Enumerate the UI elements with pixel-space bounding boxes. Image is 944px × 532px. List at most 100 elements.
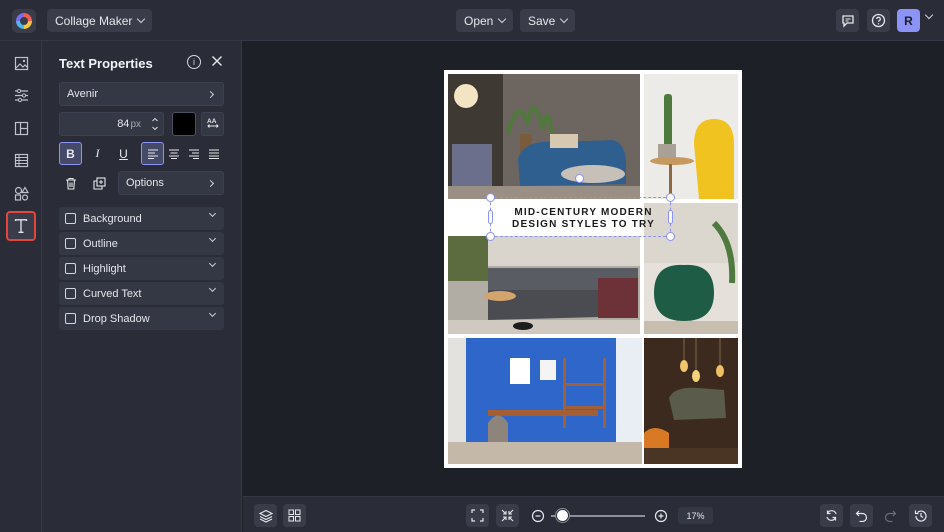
layers-button[interactable] [254, 504, 277, 527]
canvas-area[interactable]: MID-CENTURY MODERN DESIGN STYLES TO TRY [243, 41, 944, 496]
chevron-down-icon [137, 14, 146, 24]
checkbox[interactable] [65, 263, 76, 274]
letter-case-icon: AA [207, 118, 219, 128]
app-switcher-button[interactable]: Collage Maker [47, 9, 153, 32]
resize-handle-bottom-right[interactable] [666, 232, 675, 241]
effect-background[interactable]: Background [59, 207, 224, 230]
save-button[interactable]: Save [520, 9, 576, 32]
selection-box[interactable] [490, 197, 671, 237]
effect-drop-shadow[interactable]: Drop Shadow [59, 307, 224, 330]
zoom-percent[interactable]: 17% [678, 507, 713, 524]
justify-button[interactable] [202, 142, 225, 165]
resize-handle-top-right[interactable] [666, 193, 675, 202]
options-button[interactable]: Options [118, 171, 224, 195]
app-switcher-label: Collage Maker [55, 13, 133, 28]
chevron-down-icon [208, 309, 217, 318]
help-button[interactable] [867, 9, 890, 32]
avatar[interactable]: R [897, 9, 920, 32]
align-center-icon [168, 148, 179, 159]
duplicate-icon [93, 176, 106, 190]
comments-button[interactable] [836, 9, 859, 32]
effect-label: Highlight [83, 262, 126, 275]
image-icon [14, 56, 28, 70]
italic-button[interactable]: I [86, 142, 109, 165]
chevron-down-icon [498, 14, 507, 24]
collage-photo-grey-sofa[interactable] [448, 236, 640, 334]
svg-text:AA: AA [207, 118, 217, 125]
rail-item-adjustments[interactable] [8, 82, 34, 108]
rail-item-image[interactable] [8, 50, 34, 76]
chevron-down-icon [208, 259, 217, 268]
rail-item-layouts[interactable] [8, 115, 34, 141]
fit-to-screen-button[interactable] [466, 504, 489, 527]
text-icon [14, 219, 28, 233]
account-chevron-down-icon[interactable] [924, 10, 934, 20]
zoom-out-button[interactable] [526, 504, 549, 527]
layout-icon [14, 121, 28, 135]
close-icon[interactable] [210, 54, 224, 68]
resize-handle-left[interactable] [488, 210, 493, 224]
trash-icon [65, 177, 76, 190]
chevron-down-icon [208, 284, 217, 293]
bottom-toolbar: 17% [243, 496, 944, 532]
text-properties-panel: Text Properties i Avenir 84 px AA B I U O… [42, 41, 242, 532]
delete-button[interactable] [59, 171, 82, 195]
history-button[interactable] [909, 504, 932, 527]
blue-office-image [448, 338, 642, 464]
collage-photo-blue-office[interactable] [448, 338, 642, 464]
collage-artboard[interactable]: MID-CENTURY MODERN DESIGN STYLES TO TRY [444, 70, 742, 468]
redo-icon [884, 510, 897, 522]
align-right-icon [188, 148, 199, 159]
effect-outline[interactable]: Outline [59, 232, 224, 255]
duplicate-button[interactable] [88, 171, 111, 195]
resize-handle-top-left[interactable] [486, 193, 495, 202]
zoom-in-icon [654, 509, 667, 522]
collage-photo-blue-sofa[interactable] [448, 74, 640, 199]
grid-icon [288, 509, 301, 522]
checkbox[interactable] [65, 238, 76, 249]
checkbox[interactable] [65, 313, 76, 324]
resize-handle-bottom-left[interactable] [486, 232, 495, 241]
rail-item-graphics[interactable] [8, 180, 34, 206]
effect-curved-text[interactable]: Curved Text [59, 282, 224, 305]
layers-icon [258, 509, 273, 523]
blue-sofa-image [448, 74, 640, 199]
top-bar: Collage Maker Open Save R [0, 0, 944, 41]
rail-item-text[interactable] [6, 211, 36, 241]
align-left-button[interactable] [141, 142, 164, 165]
text-color-swatch[interactable] [172, 112, 196, 136]
chevron-right-icon [206, 90, 215, 99]
text-case-button[interactable]: AA [201, 112, 224, 136]
open-button[interactable]: Open [456, 9, 514, 32]
undo-button[interactable] [850, 504, 873, 527]
underline-button[interactable]: U [112, 142, 135, 165]
undo-icon [855, 510, 868, 522]
zoom-in-button[interactable] [649, 504, 672, 527]
font-size-value: 84 [117, 118, 130, 130]
info-icon[interactable]: i [187, 55, 201, 69]
refresh-button[interactable] [820, 504, 843, 527]
checkbox[interactable] [65, 213, 76, 224]
adjustments-icon [14, 88, 28, 102]
fit-screen-icon [471, 509, 484, 522]
checkbox[interactable] [65, 288, 76, 299]
font-size-input[interactable]: 84 px [59, 112, 164, 136]
effect-highlight[interactable]: Highlight [59, 257, 224, 280]
rail-item-textures[interactable] [8, 147, 34, 173]
chevron-down-icon [208, 209, 217, 218]
align-left-icon [147, 148, 158, 159]
actual-size-button[interactable] [496, 504, 519, 527]
font-family-select[interactable]: Avenir [59, 82, 224, 106]
redo-button[interactable] [879, 504, 902, 527]
rotate-handle[interactable] [575, 174, 584, 183]
font-size-stepper[interactable] [150, 115, 160, 133]
app-logo[interactable] [12, 9, 36, 33]
collage-photo-yellow-chair[interactable] [644, 74, 738, 199]
zoom-slider-handle[interactable] [556, 509, 569, 522]
collage-photo-pendant-lights[interactable] [644, 338, 738, 464]
history-icon [914, 509, 927, 522]
comment-icon [841, 14, 854, 28]
bold-button[interactable]: B [59, 142, 82, 165]
grid-button[interactable] [283, 504, 306, 527]
resize-handle-right[interactable] [668, 210, 673, 224]
